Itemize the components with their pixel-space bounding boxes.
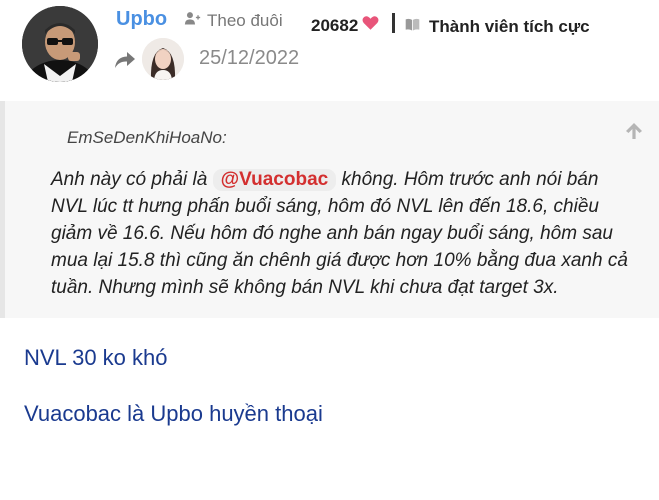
- post-date: 25/12/2022: [199, 47, 300, 69]
- book-icon: [404, 16, 421, 38]
- reply-to-avatar[interactable]: [142, 38, 184, 80]
- post-body-line: NVL 30 ko khó: [24, 345, 168, 370]
- score-value: 20682: [311, 15, 359, 35]
- post-header: Upbo Theo đuôi 20682 Thành viên tích cực…: [0, 0, 659, 100]
- reputation-score: 20682: [311, 15, 379, 36]
- quote-author[interactable]: EmSeDenKhiHoaNo:: [67, 128, 227, 148]
- member-title: Thành viên tích cực: [404, 16, 590, 38]
- quote-text: Anh này có phải là @Vuacobac không. Hôm …: [51, 166, 636, 301]
- avatar[interactable]: [22, 6, 98, 82]
- member-title-label: Thành viên tích cực: [429, 17, 590, 36]
- post-body-line: Vuacobac là Upbo huyền thoại: [24, 401, 323, 426]
- follow-button[interactable]: Theo đuôi: [184, 10, 283, 32]
- follow-label: Theo đuôi: [207, 11, 283, 30]
- heart-icon: [362, 15, 379, 36]
- divider: [392, 13, 395, 33]
- person-plus-icon: [184, 10, 201, 32]
- username[interactable]: Upbo: [116, 8, 167, 31]
- user-mention[interactable]: @Vuacobac: [212, 169, 337, 191]
- quote-block: EmSeDenKhiHoaNo: Anh này có phải là @Vua…: [0, 101, 659, 318]
- quote-text-before: Anh này có phải là: [51, 169, 213, 190]
